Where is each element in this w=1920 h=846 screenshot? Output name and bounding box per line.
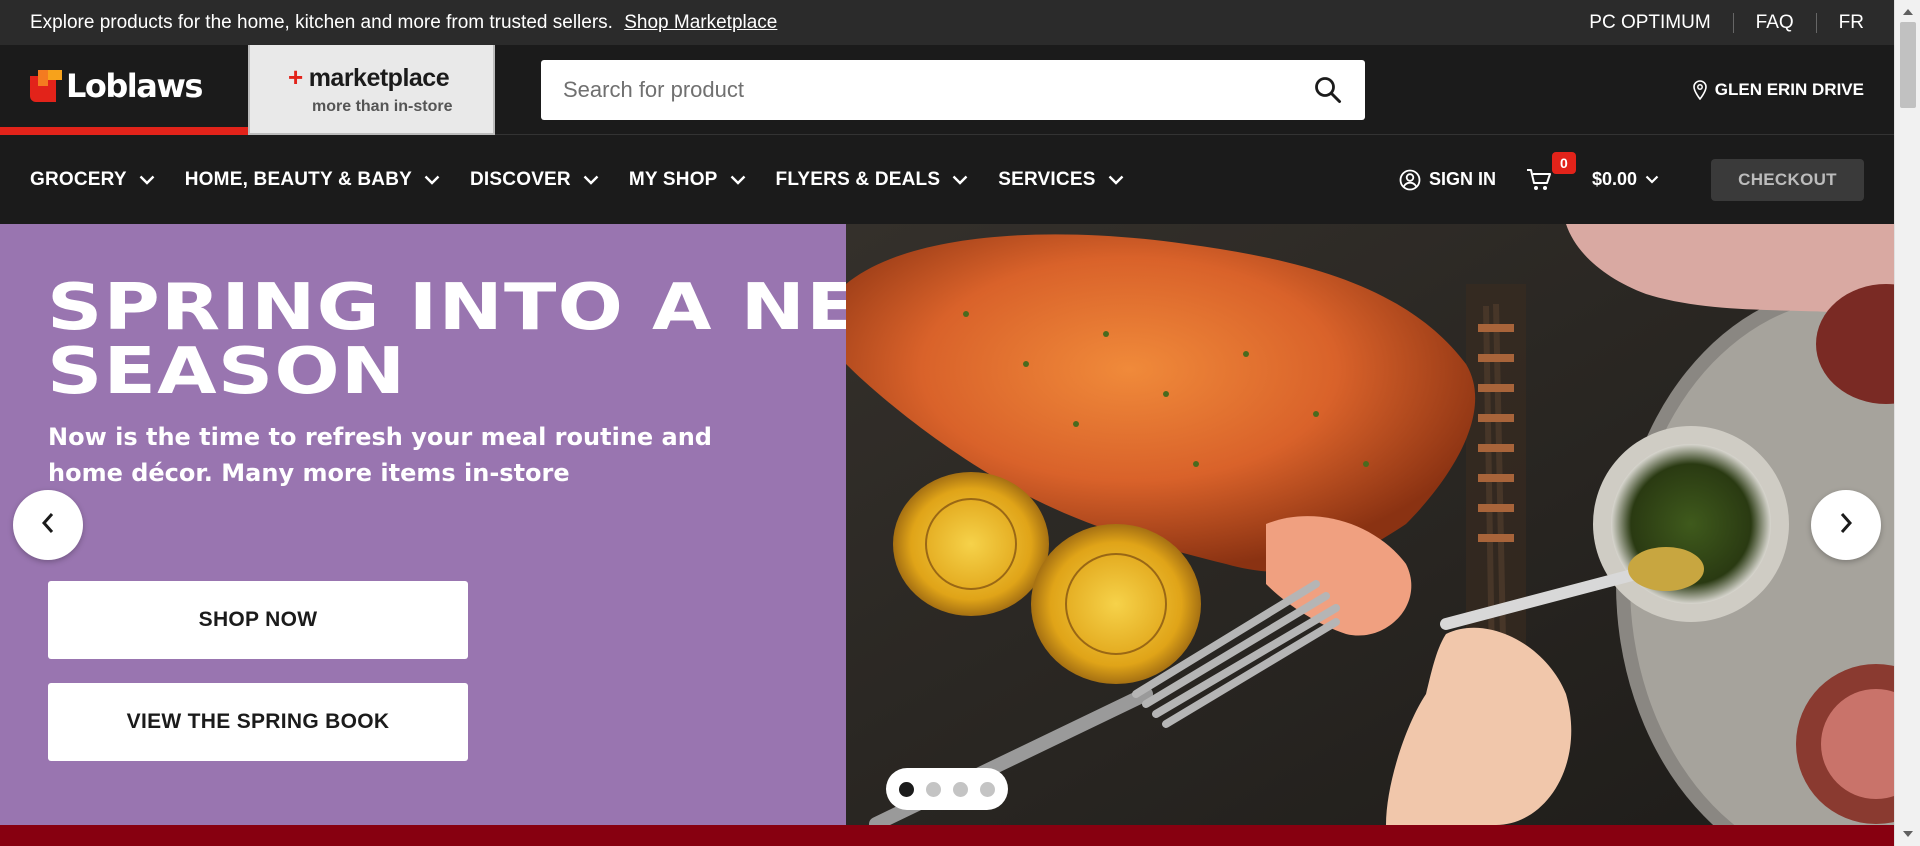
utility-links: PC OPTIMUM FAQ FR [1567,12,1864,34]
chevron-down-icon [952,175,968,185]
faq-link[interactable]: FAQ [1734,12,1816,34]
user-icon [1399,169,1421,191]
carousel-pagination [886,768,1008,810]
carousel-dot[interactable] [953,781,968,797]
nav-services[interactable]: SERVICES [998,169,1123,191]
sign-in-label: SIGN IN [1428,169,1496,189]
nav-flyers-deals[interactable]: FLYERS & DEALS [776,169,969,191]
cart-total[interactable]: $0.00 [1592,169,1659,190]
nav-label: SERVICES [998,168,1096,190]
nav-my-shop[interactable]: MY SHOP [629,169,746,191]
carousel-prev-button[interactable] [13,490,83,560]
carousel-next-button[interactable] [1811,490,1881,560]
scroll-thumb[interactable] [1900,22,1916,108]
marketplace-title: marketplace [308,63,450,92]
scroll-up-arrow-icon[interactable] [1895,2,1920,22]
logo-text: Loblaws [66,67,203,105]
chevron-down-icon [730,175,746,185]
view-spring-book-button[interactable]: VIEW THE SPRING BOOK [48,683,468,761]
hero-subtitle: Now is the time to refresh your meal rou… [48,423,712,487]
loblaws-logo[interactable]: Loblaws [0,45,248,135]
nav-label: DISCOVER [470,168,571,190]
hero-carousel: SPRING INTO A NEW SEASON Now is the time… [0,224,1894,825]
chevron-down-icon [583,175,599,185]
hero-food-image [846,224,1894,825]
nav-home-beauty-baby[interactable]: HOME, BEAUTY & BABY [185,169,440,191]
nav-label: GROCERY [30,168,127,190]
marketplace-subtitle: more than in-store [312,97,453,115]
store-location[interactable]: GLEN ERIN DRIVE [1692,45,1864,135]
salmon-lemon-illustration [846,224,1894,825]
cart-total-label: $0.00 [1591,169,1637,189]
marketplace-tab[interactable]: + marketplace more than in-store [248,45,495,135]
chevron-down-icon [1645,175,1659,184]
location-pin-icon [1692,80,1707,100]
utility-bar: Explore products for the home, kitchen a… [0,0,1894,45]
shop-marketplace-link[interactable]: Shop Marketplace [624,12,777,33]
nav-label: FLYERS & DEALS [775,168,941,190]
chevron-right-icon [1839,512,1853,539]
bottom-promo-band [0,825,1894,846]
marketplace-plus-icon: + [288,61,303,92]
chevron-down-icon [424,175,440,185]
cart-count-badge: 0 [1551,151,1576,174]
search-icon[interactable] [1313,75,1343,105]
promo-text: Explore products for the home, kitchen a… [30,11,613,33]
hero-title: SPRING INTO A NEW SEASON [47,271,946,409]
chevron-down-icon [139,175,155,185]
carousel-dot[interactable] [980,781,995,797]
loblaws-logo-mark-icon [30,70,62,102]
nav-grocery[interactable]: GROCERY [30,169,155,191]
carousel-dot[interactable] [926,781,941,797]
promo-banner: Explore products for the home, kitchen a… [30,12,1567,34]
search-input[interactable] [563,77,1313,103]
nav-label: MY SHOP [628,168,718,190]
sign-in-button[interactable]: SIGN IN [1399,169,1496,191]
cart-icon [1526,168,1552,192]
main-nav: GROCERY HOME, BEAUTY & BABY DISCOVER MY … [0,135,1894,224]
search-bar [541,60,1365,120]
nav-label: HOME, BEAUTY & BABY [184,168,413,190]
store-location-label: GLEN ERIN DRIVE [1714,80,1864,99]
language-toggle-link[interactable]: FR [1817,12,1864,34]
nav-discover[interactable]: DISCOVER [470,169,599,191]
hero-panel: SPRING INTO A NEW SEASON Now is the time… [0,224,944,825]
pc-optimum-link[interactable]: PC OPTIMUM [1567,12,1732,34]
scroll-down-arrow-icon[interactable] [1895,824,1920,844]
chevron-left-icon [41,512,55,539]
page-scrollbar[interactable] [1894,0,1920,846]
carousel-dot[interactable] [899,781,914,797]
shop-now-button[interactable]: SHOP NOW [48,581,468,659]
chevron-down-icon [1108,175,1124,185]
cart-button[interactable]: 0 $0.00 [1526,151,1659,192]
checkout-button[interactable]: CHECKOUT [1711,158,1864,201]
site-header: Loblaws + marketplace more than in-store… [0,45,1894,135]
